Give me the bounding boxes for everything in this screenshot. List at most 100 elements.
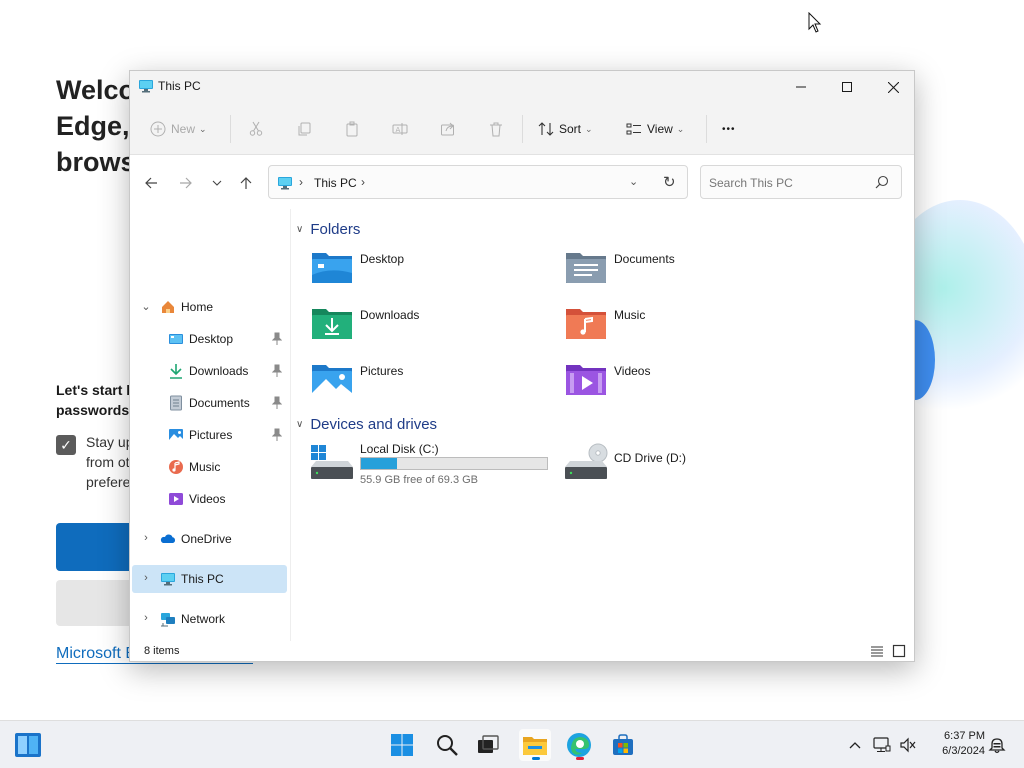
taskbar-edge[interactable] (563, 729, 595, 761)
more-options-button[interactable]: ••• (722, 117, 736, 141)
view-icon (626, 123, 641, 135)
sidebar-item-network[interactable]: › Network (132, 605, 287, 633)
share-button[interactable] (440, 117, 456, 141)
edge-browser-icon (567, 733, 591, 757)
chevron-up-icon (849, 742, 861, 749)
sidebar-item-pictures[interactable]: Pictures (132, 421, 287, 449)
chevron-right-icon[interactable]: › (140, 532, 152, 544)
paste-button[interactable] (344, 117, 360, 141)
folder-videos[interactable]: Videos (564, 359, 814, 407)
scissors-icon (249, 121, 263, 136)
widgets-icon[interactable] (14, 732, 42, 758)
chevron-right-icon[interactable]: › (140, 612, 152, 624)
pictures-folder-icon (312, 365, 352, 395)
start-button[interactable] (386, 729, 418, 761)
drive-cd-d[interactable]: CD Drive (D:) (564, 437, 814, 493)
chevron-down-icon[interactable]: ⌄ (140, 300, 152, 313)
sidebar-item-documents[interactable]: Documents (132, 389, 287, 417)
search-box[interactable]: Search This PC (700, 165, 902, 199)
pin-icon[interactable] (272, 332, 282, 346)
music-icon (169, 460, 183, 474)
address-bar[interactable]: › This PC › ⌄ ↻ (268, 165, 688, 199)
task-view-button[interactable] (472, 729, 504, 761)
mouse-cursor-icon (808, 12, 822, 33)
network-status-button[interactable] (872, 735, 892, 755)
trash-icon (490, 122, 502, 137)
pin-icon[interactable] (272, 396, 282, 410)
chevron-down-icon: ∨ (296, 223, 304, 235)
copy-icon (298, 122, 311, 136)
taskbar: 6:37 PM 6/3/2024 (0, 720, 1024, 768)
sort-button[interactable]: Sort ⌄ (538, 117, 593, 141)
delete-button[interactable] (488, 117, 504, 141)
cut-button[interactable] (248, 117, 264, 141)
sidebar-item-this-pc[interactable]: › This PC (132, 565, 287, 593)
breadcrumb-this-pc[interactable]: This PC (314, 176, 357, 190)
sync-description: Stay up from ot prefere (86, 434, 134, 490)
back-arrow-icon (145, 177, 157, 189)
command-bar: New ⌄ A Sort ⌄ View ⌄ ••• (130, 103, 914, 155)
sidebar-item-downloads[interactable]: Downloads (132, 357, 287, 385)
folders-section-header[interactable]: ∨ Folders (296, 219, 360, 239)
notifications-button[interactable] (987, 735, 1007, 755)
sidebar-item-music[interactable]: Music (132, 453, 287, 481)
chevron-down-icon: ⌄ (199, 123, 207, 134)
sidebar-item-desktop[interactable]: Desktop (132, 325, 287, 353)
task-view-icon (478, 735, 499, 753)
share-icon (441, 122, 454, 136)
running-indicator (576, 757, 584, 760)
taskbar-file-explorer[interactable] (519, 729, 551, 761)
chevron-right-icon[interactable]: › (140, 572, 152, 584)
sidebar-item-videos[interactable]: Videos (132, 485, 287, 513)
taskbar-store[interactable] (607, 729, 639, 761)
drive-local-disk-c[interactable]: Local Disk (C:) 55.9 GB free of 69.3 GB (310, 437, 560, 493)
details-view-icon[interactable] (870, 644, 884, 658)
search-button[interactable] (431, 729, 463, 761)
folder-documents[interactable]: Documents (564, 247, 814, 295)
breadcrumb-chevron-icon[interactable]: › (361, 175, 365, 189)
rename-icon: A (392, 123, 408, 135)
folder-pictures[interactable]: Pictures (310, 359, 560, 407)
desktop-icon (169, 334, 183, 344)
add-icon (150, 121, 166, 137)
address-dropdown-icon[interactable]: ⌄ (629, 175, 638, 188)
cd-drive-icon (565, 443, 608, 479)
window-title: This PC (158, 79, 201, 93)
search-icon (437, 735, 458, 756)
drives-section-header[interactable]: ∨ Devices and drives (296, 414, 437, 434)
rename-button[interactable]: A (392, 117, 408, 141)
pictures-icon (169, 429, 183, 441)
sidebar-item-home[interactable]: ⌄ Home (132, 293, 287, 321)
back-button[interactable] (139, 173, 163, 193)
pin-icon[interactable] (272, 364, 282, 378)
title-bar[interactable]: This PC (130, 71, 914, 103)
sync-checkbox[interactable]: ✓ (56, 435, 76, 455)
new-button[interactable]: New ⌄ (150, 117, 207, 141)
folder-music[interactable]: Music (564, 303, 814, 351)
copy-button[interactable] (296, 117, 312, 141)
forward-arrow-icon (180, 177, 192, 189)
volume-button[interactable] (898, 735, 918, 755)
notification-bell-icon (988, 738, 1006, 754)
pin-icon[interactable] (272, 428, 282, 442)
ethernet-icon (873, 737, 891, 752)
hard-drive-icon (311, 445, 353, 479)
view-button[interactable]: View ⌄ (626, 117, 684, 141)
forward-button[interactable] (174, 173, 198, 193)
maximize-button[interactable] (824, 71, 870, 103)
minimize-button[interactable] (778, 71, 824, 103)
disk-usage-bar (360, 457, 548, 470)
breadcrumb-chevron-icon[interactable]: › (299, 175, 303, 189)
downloads-icon (170, 364, 182, 379)
sidebar-item-onedrive[interactable]: › OneDrive (132, 525, 287, 553)
close-button[interactable] (870, 71, 914, 103)
recent-locations-button[interactable] (205, 173, 229, 193)
show-hidden-icons-button[interactable] (845, 735, 865, 755)
large-icons-view-icon[interactable] (892, 644, 906, 658)
refresh-icon[interactable]: ↻ (663, 173, 676, 191)
folder-desktop[interactable]: Desktop (310, 247, 560, 295)
close-icon (887, 81, 899, 93)
up-button[interactable] (234, 173, 258, 193)
system-clock[interactable]: 6:37 PM 6/3/2024 (925, 729, 985, 759)
folder-downloads[interactable]: Downloads (310, 303, 560, 351)
